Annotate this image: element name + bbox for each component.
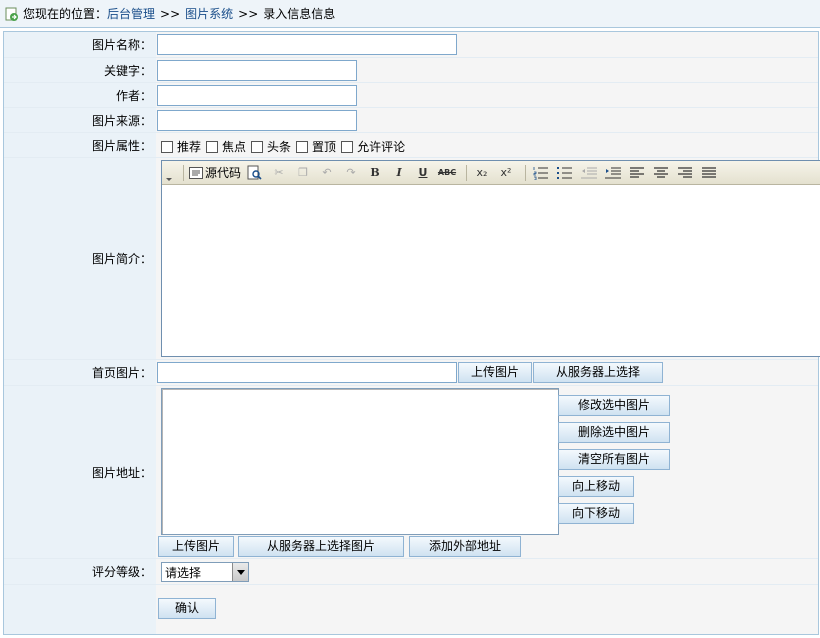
cover-upload-button[interactable]: 上传图片 [458,362,532,383]
outdent-icon[interactable] [579,164,599,182]
image-address-list[interactable] [161,388,559,535]
checkbox-pin-top[interactable] [296,140,309,153]
italic-icon[interactable]: I [389,164,409,182]
row-image-name: 图片名称： [4,32,818,58]
breadcrumb-prefix: 您现在的位置： [23,7,108,21]
cover-image-input[interactable] [157,362,457,383]
align-left-icon[interactable] [627,164,647,182]
cut-icon[interactable]: ✂ [269,164,289,182]
select-from-server-button[interactable]: 从服务器上选择图片 [238,536,404,557]
rating-selected-value: 请选择 [165,565,202,580]
breadcrumb-separator: >> [238,6,259,21]
editor-toolbar: 源代码 ✂ ❐ ↶ ↷ B I U ABC x₂ x² [162,161,820,185]
source-code-label: 源代码 [205,166,242,180]
indent-icon[interactable] [603,164,623,182]
toolbar-separator [525,164,527,181]
copy-icon[interactable]: ❐ [293,164,313,182]
source-code-icon[interactable]: 源代码 [189,164,241,182]
cover-image-label: 首页图片： [4,360,156,385]
author-label: 作者： [4,83,156,107]
row-attributes: 图片属性： 推荐 焦点 头条 置顶 允许评论 [4,133,818,158]
cover-image-cell: 上传图片 从服务器上选择 [156,360,818,385]
source-label: 图片来源： [4,108,156,132]
preview-icon[interactable] [245,164,265,182]
intro-label: 图片简介： [4,158,156,359]
rich-text-editor: 源代码 ✂ ❐ ↶ ↷ B I U ABC x₂ x² [161,160,820,357]
breadcrumb-separator: >> [160,6,181,21]
align-center-icon[interactable] [651,164,671,182]
submit-label-cell [4,585,156,634]
row-author: 作者： [4,83,818,108]
author-cell [156,83,818,107]
redo-icon[interactable]: ↷ [341,164,361,182]
row-intro: 图片简介： 源代码 ✂ ❐ ↶ ↷ B I U ABC x₂ x² [4,158,820,360]
cover-server-select-button[interactable]: 从服务器上选择 [533,362,663,383]
align-justify-icon[interactable] [699,164,719,182]
checkbox-label: 焦点 [222,140,247,154]
checkbox-focus[interactable] [206,140,219,153]
rating-cell: 请选择 [156,559,818,584]
delete-selected-image-button[interactable]: 删除选中图片 [558,422,670,443]
editor-content-area[interactable] [162,186,820,356]
source-input[interactable] [157,110,357,131]
align-right-icon[interactable] [675,164,695,182]
image-address-cell: 修改选中图片 删除选中图片 清空所有图片 向上移动 向下移动 上传图片 从服务器… [156,386,818,558]
checkbox-label: 推荐 [177,140,202,154]
row-source: 图片来源： [4,108,818,133]
row-rating: 评分等级： 请选择 [4,559,818,585]
toolbar-collapse-icon[interactable] [165,164,173,182]
underline-icon[interactable]: U [413,164,433,182]
breadcrumb-current: 录入信息信息 [263,7,336,21]
edit-selected-image-button[interactable]: 修改选中图片 [558,395,670,416]
keyword-input[interactable] [157,60,357,81]
move-down-button[interactable]: 向下移动 [558,503,634,524]
location-icon [5,7,19,21]
image-entry-form: 图片名称： 关键字： 作者： 图片来源： 图片属性： 推荐 焦点 头条 置顶 允… [3,31,820,635]
unordered-list-icon[interactable] [555,164,575,182]
add-external-address-button[interactable]: 添加外部地址 [409,536,521,557]
rating-label: 评分等级： [4,559,156,584]
image-name-cell [156,32,818,57]
row-submit: 确认 [4,585,818,634]
confirm-button[interactable]: 确认 [158,598,216,619]
undo-icon[interactable]: ↶ [317,164,337,182]
subscript-icon[interactable]: x₂ [472,164,492,182]
checkbox-recommend[interactable] [161,140,173,153]
image-address-label: 图片地址： [4,386,156,558]
row-image-address: 图片地址： 修改选中图片 删除选中图片 清空所有图片 向上移动 向下移动 上传图… [4,386,818,559]
toolbar-separator [466,164,468,181]
bold-icon[interactable]: B [365,164,385,182]
attributes-label: 图片属性： [4,133,156,157]
move-up-button[interactable]: 向上移动 [558,476,634,497]
row-keyword: 关键字： [4,58,818,83]
image-name-label: 图片名称： [4,32,156,57]
chevron-down-icon[interactable] [232,563,248,581]
ordered-list-icon[interactable] [531,164,551,182]
intro-cell: 源代码 ✂ ❐ ↶ ↷ B I U ABC x₂ x² [156,158,820,359]
strikethrough-icon[interactable]: ABC [437,164,457,182]
source-cell [156,108,818,132]
breadcrumb: 您现在的位置： 后台管理 >> 图片系统 >> 录入信息信息 [0,0,820,28]
superscript-icon[interactable]: x² [496,164,516,182]
breadcrumb-link-admin[interactable]: 后台管理 [107,5,155,22]
upload-image-button[interactable]: 上传图片 [158,536,234,557]
keyword-label: 关键字： [4,58,156,82]
rating-select[interactable]: 请选择 [161,562,249,582]
keyword-cell [156,58,818,82]
checkbox-label: 允许评论 [357,140,406,154]
checkbox-allow-comment[interactable] [341,140,354,153]
checkbox-label: 置顶 [312,140,337,154]
author-input[interactable] [157,85,357,106]
attribute-checkboxes: 推荐 焦点 头条 置顶 允许评论 [161,138,410,155]
image-name-input[interactable] [157,34,457,55]
attributes-cell: 推荐 焦点 头条 置顶 允许评论 [156,133,818,157]
row-cover-image: 首页图片： 上传图片 从服务器上选择 [4,360,818,386]
toolbar-separator [183,164,184,181]
submit-cell: 确认 [156,585,818,634]
breadcrumb-link-image-system[interactable]: 图片系统 [185,5,233,22]
checkbox-label: 头条 [267,140,292,154]
clear-all-images-button[interactable]: 清空所有图片 [558,449,670,470]
checkbox-headline[interactable] [251,140,264,153]
